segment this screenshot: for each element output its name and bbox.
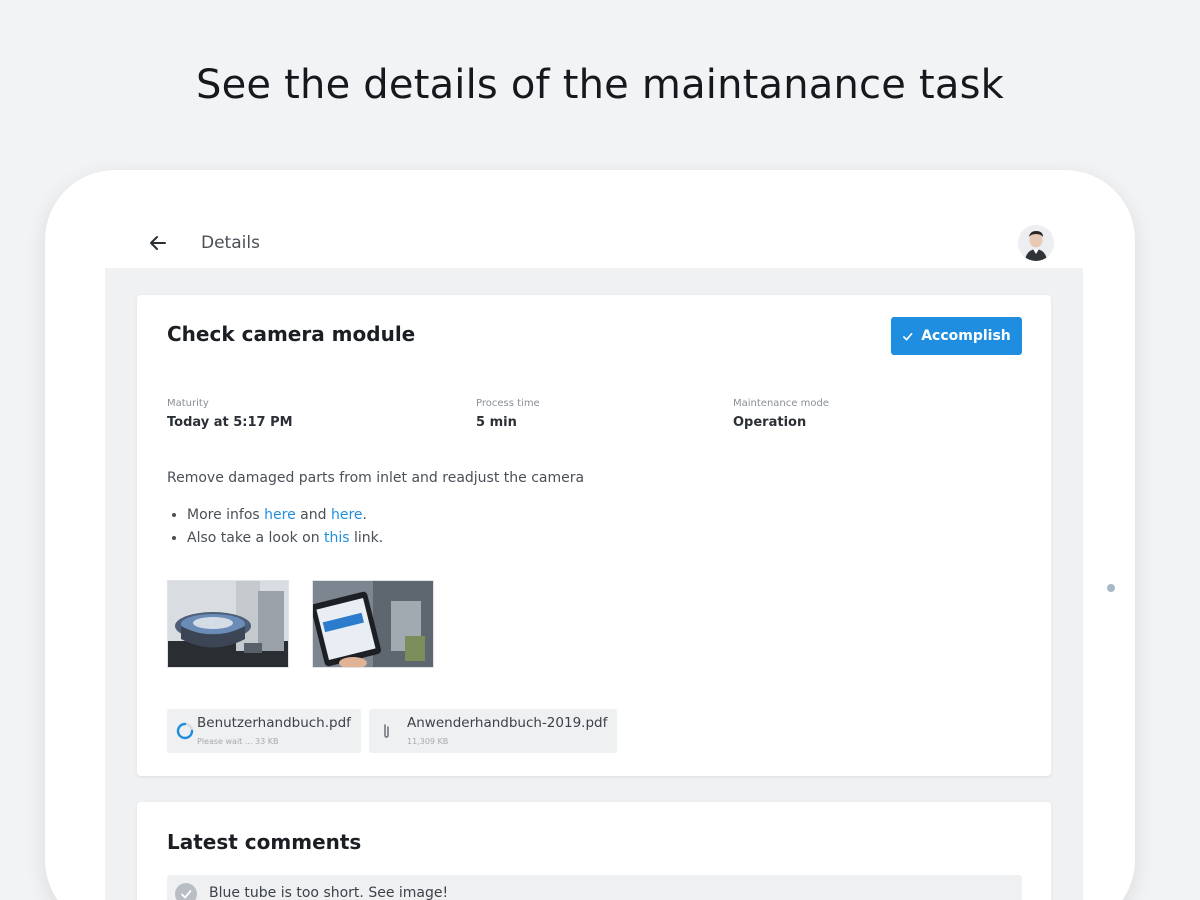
task-title: Check camera module (167, 322, 416, 346)
user-avatar-icon (1018, 225, 1054, 261)
paperclip-icon (384, 724, 389, 738)
bullet-text: and (295, 507, 331, 523)
back-button[interactable] (145, 230, 171, 256)
comment-item[interactable]: Blue tube is too short. See image! (167, 875, 1022, 900)
comments-card: Latest comments Blue tube is too short. … (137, 802, 1051, 900)
meta-value: 5 min (476, 415, 517, 430)
meta-value: Operation (733, 415, 807, 430)
info-list: More infos here and here. Also take a lo… (187, 506, 383, 552)
machine-photo (168, 581, 288, 667)
avatar[interactable] (1018, 225, 1054, 261)
meta-process-time: Process time 5 min (476, 398, 540, 430)
accomplish-button[interactable]: Accomplish (891, 317, 1022, 355)
arrow-left-icon (150, 236, 166, 250)
bullet-text: link. (349, 530, 384, 546)
bullet-text: More infos (187, 507, 265, 523)
meta-label: Maturity (167, 398, 209, 409)
page-headline: See the details of the maintanance task (196, 62, 1004, 108)
attachment-status: Please wait ... 33 KB (197, 737, 279, 746)
comment-text: Blue tube is too short. See image! (209, 885, 449, 900)
meta-maturity: Maturity Today at 5:17 PM (167, 398, 293, 430)
list-item: Also take a look on this link. (187, 529, 383, 547)
image-thumbnail-machine[interactable] (167, 580, 289, 668)
app-bar-title: Details (201, 233, 260, 253)
app-bar: Details (105, 220, 1083, 268)
attachment-chip[interactable]: Anwenderhandbuch-2019.pdf 11,309 KB (369, 709, 617, 753)
meta-label: Process time (476, 398, 540, 409)
link-this[interactable]: this (324, 530, 350, 546)
meta-maintenance-mode: Maintenance mode Operation (733, 398, 829, 430)
meta-value: Today at 5:17 PM (167, 415, 293, 430)
tablet-photo (313, 581, 433, 667)
image-thumbnail-tablet[interactable] (312, 580, 434, 668)
link-here-1[interactable]: here (264, 507, 296, 523)
task-card: Check camera module Accomplish Maturity … (137, 295, 1051, 776)
bullet-text: Also take a look on (187, 530, 325, 546)
details-content: Check camera module Accomplish Maturity … (105, 268, 1083, 900)
tablet-camera-dot (1107, 584, 1115, 592)
check-circle-icon (175, 883, 197, 900)
meta-label: Maintenance mode (733, 398, 829, 409)
bullet-text: . (362, 507, 367, 523)
attachment-name: Anwenderhandbuch-2019.pdf (407, 715, 608, 731)
link-here-2[interactable]: here (331, 507, 363, 523)
attachment-chip[interactable]: Benutzerhandbuch.pdf Please wait ... 33 … (167, 709, 361, 753)
check-icon (903, 332, 913, 341)
accomplish-label: Accomplish (921, 328, 1011, 344)
task-description: Remove damaged parts from inlet and read… (167, 470, 585, 486)
comments-title: Latest comments (167, 830, 362, 854)
list-item: More infos here and here. (187, 506, 383, 524)
attachment-name: Benutzerhandbuch.pdf (197, 715, 351, 731)
attachment-size: 11,309 KB (407, 737, 449, 746)
loading-spinner-icon (176, 722, 194, 740)
